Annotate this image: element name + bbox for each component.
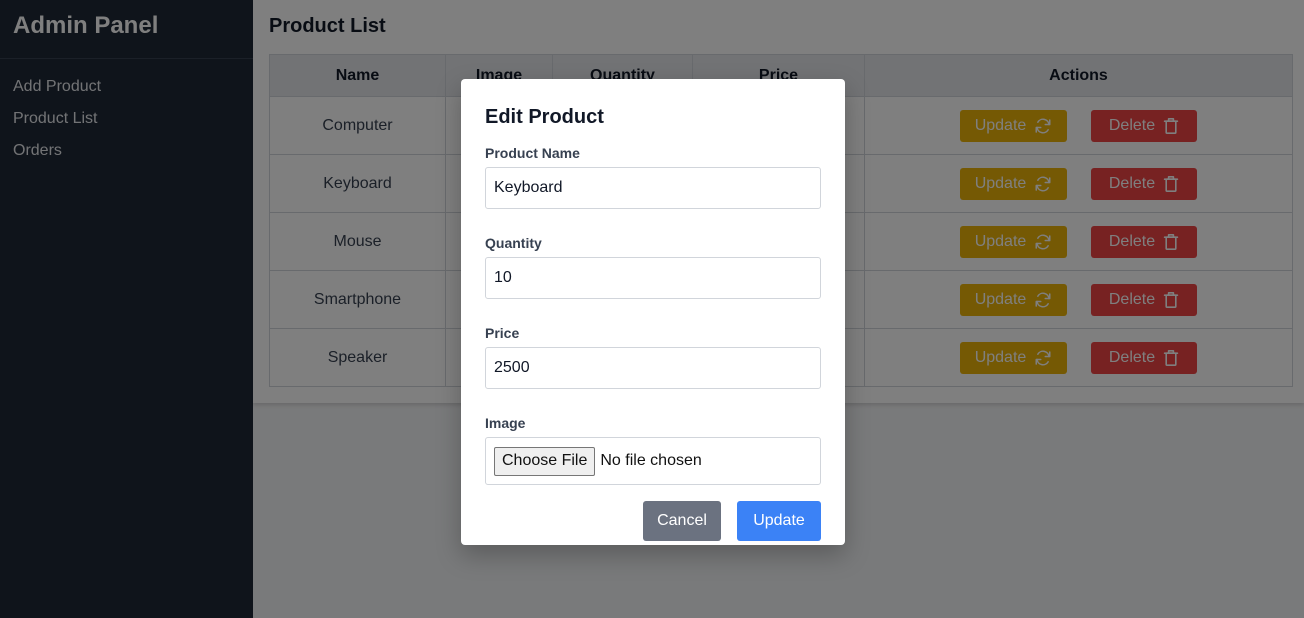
image-label: Image (485, 415, 526, 431)
choose-file-button[interactable]: Choose File (494, 446, 596, 476)
file-status-text: No file chosen (600, 452, 702, 469)
quantity-input[interactable] (485, 257, 821, 299)
modal-actions: Cancel Update (485, 501, 821, 541)
update-submit-button[interactable]: Update (737, 501, 821, 541)
price-input[interactable] (485, 347, 821, 389)
modal-title: Edit Product (485, 106, 604, 128)
product-name-input[interactable] (485, 167, 821, 209)
image-file-input: Choose File No file chosen (485, 437, 821, 485)
product-name-label: Product Name (485, 145, 580, 161)
cancel-button[interactable]: Cancel (643, 501, 721, 541)
quantity-label: Quantity (485, 235, 542, 251)
edit-product-modal: Edit Product Product Name Quantity Price… (461, 79, 845, 545)
price-label: Price (485, 325, 520, 341)
